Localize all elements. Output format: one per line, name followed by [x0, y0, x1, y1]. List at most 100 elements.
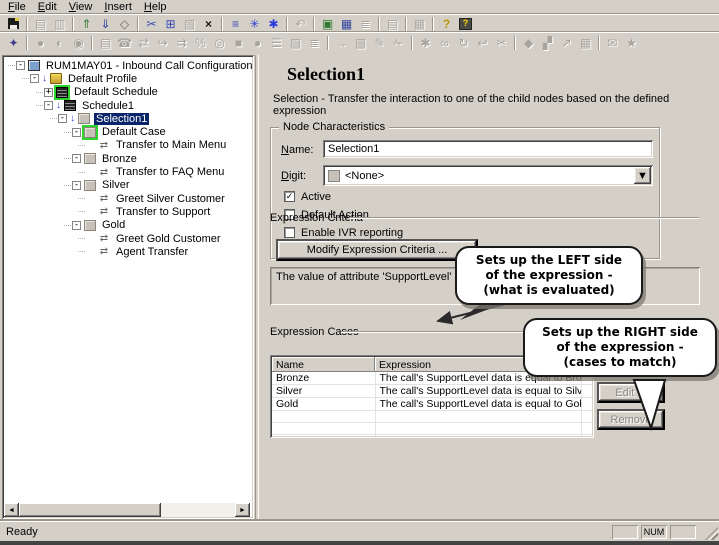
help-button[interactable]: ?: [437, 15, 456, 32]
context-help-button[interactable]: [456, 15, 475, 32]
chevron-down-icon[interactable]: ▼: [634, 167, 651, 184]
menu-view[interactable]: View: [64, 0, 100, 14]
grid-node-button: ▞: [538, 35, 557, 52]
menu-insert[interactable]: Insert: [99, 0, 139, 14]
collapse-icon[interactable]: -: [72, 128, 81, 137]
unchecked-checkbox-icon[interactable]: [284, 227, 295, 238]
callout-left-expression: Sets up the LEFT sideof the expression -…: [455, 246, 643, 305]
transfer-icon: ⇄: [98, 246, 110, 257]
target-node-button: ◎: [210, 35, 229, 52]
checked-checkbox-icon[interactable]: ✓: [284, 191, 295, 202]
collapse-all-button[interactable]: ✱: [264, 15, 283, 32]
announcement-node-icon: ●: [37, 37, 44, 49]
resize-grip-icon[interactable]: [705, 527, 718, 540]
database-node-icon: ◆: [524, 37, 533, 49]
monitor-button[interactable]: ▦: [337, 15, 356, 32]
name-input[interactable]: [323, 140, 653, 158]
tree-item-agent-transfer[interactable]: ⇄Agent Transfer: [6, 245, 251, 258]
check-in-button[interactable]: ⇑: [77, 15, 96, 32]
standard-toolbar: ▤▥⇑⇓◇✂⊞▨×≡✳✱↶▣▦≣▤▦?: [0, 14, 719, 32]
callout-line: (cases to match): [533, 355, 707, 370]
case-icon: [84, 180, 96, 191]
copy-button[interactable]: ⊞: [161, 15, 180, 32]
tree-connector: [78, 251, 85, 252]
menu-file[interactable]: File: [3, 0, 33, 14]
tree-item-default-profile[interactable]: -↓Default Profile: [6, 72, 251, 85]
log-icon: ≣: [360, 18, 370, 30]
checkbox-active[interactable]: ✓ Active: [284, 190, 331, 203]
package-icon: ◇: [120, 18, 129, 30]
table-row[interactable]: SilverThe call's SupportLevel data is eq…: [272, 385, 592, 398]
case-expression-cell: The call's SupportLevel data is equal to…: [375, 398, 581, 411]
transfer-icon: ⇄: [98, 167, 110, 178]
modify-expression-criteria-button[interactable]: Modify Expression Criteria ...: [276, 239, 478, 261]
tree-item-label: Greet Gold Customer: [114, 233, 223, 245]
tree-item-transfer-to-main-menu[interactable]: ⇄Transfer to Main Menu: [6, 139, 251, 152]
tree-item-gold[interactable]: -Gold: [6, 219, 251, 232]
toolbar-separator: [514, 36, 516, 50]
tree-item-default-case[interactable]: -Default Case: [6, 125, 251, 138]
tree-item-greet-gold-customer[interactable]: ⇄ Greet Gold Customer: [6, 232, 251, 245]
expand-icon[interactable]: +: [44, 88, 53, 97]
tree-item-transfer-to-faq-menu[interactable]: ⇄Transfer to FAQ Menu: [6, 165, 251, 178]
expand-all-button[interactable]: ✳: [245, 15, 264, 32]
table-row[interactable]: GoldThe call's SupportLevel data is equa…: [272, 398, 592, 411]
outline-view-button[interactable]: ≡: [226, 15, 245, 32]
transfer-icon: ⇄: [98, 206, 110, 217]
collapse-icon[interactable]: -: [72, 154, 81, 163]
num-indicator: NUM: [641, 525, 667, 539]
collapse-icon[interactable]: -: [58, 114, 67, 123]
tree-item-default-schedule[interactable]: +Default Schedule: [6, 86, 251, 99]
column-header-name[interactable]: Name: [272, 357, 375, 372]
export-config-button[interactable]: ▣: [318, 15, 337, 32]
tree-item-selection1[interactable]: -↓Selection1: [6, 112, 251, 125]
tree-connector: [64, 158, 71, 159]
package-button[interactable]: ◇: [115, 15, 134, 32]
tree-horizontal-scrollbar[interactable]: ◄ ►: [4, 503, 250, 517]
scroll-right-icon[interactable]: ►: [235, 503, 250, 517]
collapse-icon[interactable]: -: [44, 101, 53, 110]
script-node-icon: ▨: [290, 37, 301, 49]
digit-combobox[interactable]: <None> ▼: [323, 165, 653, 186]
menu-edit[interactable]: Edit: [33, 0, 64, 14]
save-button[interactable]: [4, 15, 23, 32]
goto-node-button: →: [332, 35, 351, 52]
table-row-empty: [272, 423, 592, 435]
return-node-button: ↩: [473, 35, 492, 52]
settings-node-icon: ✱: [420, 37, 430, 49]
collapse-icon[interactable]: -: [30, 74, 39, 83]
menu-help[interactable]: Help: [139, 0, 174, 14]
tree-item-label: Greet Silver Customer: [114, 193, 227, 205]
scrollbar-track[interactable]: [161, 503, 235, 517]
tree-item-greet-silver-customer[interactable]: ⇄Greet Silver Customer: [6, 192, 251, 205]
scrollbar-thumb[interactable]: [19, 503, 161, 517]
checkbox-label: Active: [301, 191, 331, 203]
active-path-arrow-icon: ↓: [56, 101, 64, 111]
database-node-button: ◆: [519, 35, 538, 52]
disconnect-node-icon: ●: [254, 37, 261, 49]
collapse-icon[interactable]: -: [16, 61, 25, 70]
cut-button[interactable]: ✂: [142, 15, 161, 32]
collapse-icon[interactable]: -: [72, 181, 81, 190]
transfer-icon: ⇄: [98, 233, 110, 244]
refresh-node-icon: ↻: [458, 37, 468, 49]
tree-item-label: Schedule1: [80, 100, 136, 112]
pointer-tool-button[interactable]: ✦: [4, 35, 23, 52]
tree-item-rum1may01-inbound-call-configuration[interactable]: -RUM1MAY01 - Inbound Call Configuration: [6, 59, 251, 72]
log-button: ≣: [356, 15, 375, 32]
delete-button[interactable]: ×: [199, 15, 218, 32]
scroll-left-icon[interactable]: ◄: [4, 503, 19, 517]
tree-item-silver[interactable]: -Silver: [6, 179, 251, 192]
digit-label: Digit:: [281, 170, 306, 182]
tree-item-bronze[interactable]: -Bronze: [6, 152, 251, 165]
print-button: ▤: [383, 15, 402, 32]
collapse-icon[interactable]: -: [72, 221, 81, 230]
check-out-button[interactable]: ⇓: [96, 15, 115, 32]
tree-item-schedule1[interactable]: -↓ Schedule1: [6, 99, 251, 112]
checkbox-enable-ivr-reporting[interactable]: Enable IVR reporting: [284, 226, 403, 239]
queue-node-icon: ☰: [271, 37, 282, 49]
case-name-cell: Silver: [272, 385, 375, 398]
tree-item-label: Transfer to Main Menu: [114, 139, 228, 151]
active-path-arrow-icon: ↓: [42, 74, 50, 84]
tree-item-transfer-to-support[interactable]: ⇄Transfer to Support: [6, 205, 251, 218]
